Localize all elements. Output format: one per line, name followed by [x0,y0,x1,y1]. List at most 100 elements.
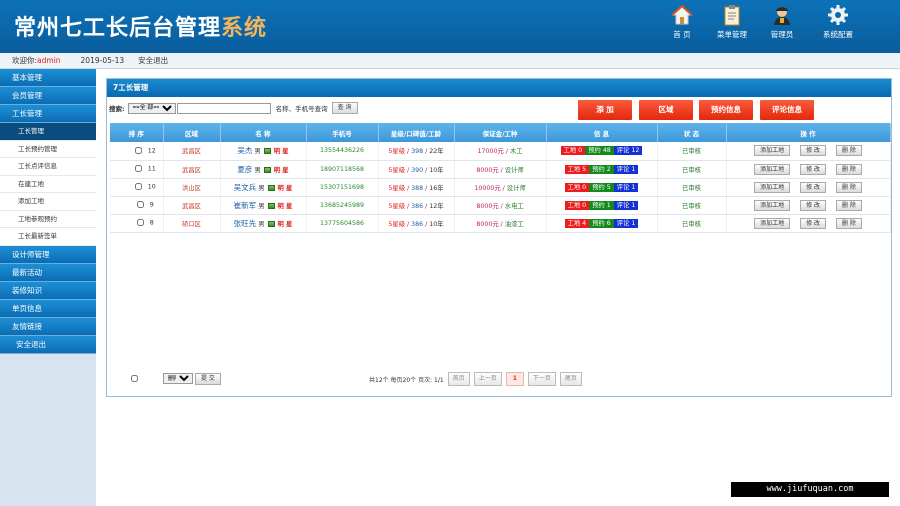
foreman-name-link[interactable]: 夏彦 [237,165,252,174]
reviews-badge[interactable]: 评论 1 [613,200,639,210]
pager-current[interactable]: 1 [505,372,524,386]
bookings-badge[interactable]: 预约 1 [589,200,614,210]
sites-badge[interactable]: 工地 5 [564,164,590,174]
row-checkbox[interactable] [134,147,142,154]
sidebar-sub-foreman-reviews[interactable]: 工长点评信息 [0,158,96,176]
welcome-date: 2019-05-13 [80,56,125,65]
nav-system-config[interactable]: 系统配置 [810,4,866,40]
sidebar-sub-foreman-management[interactable]: 工长管理 [0,123,96,141]
nav-admin[interactable]: 管理员 [760,4,804,40]
search-scope-select[interactable]: ==全 部== [127,102,176,114]
pager-first[interactable]: 首页 [447,372,470,386]
star-badge: 明 星 [277,184,293,192]
nav-home[interactable]: 首 页 [660,4,704,40]
booking-info-button[interactable]: 预约信息 [699,100,753,120]
bulk-action-select[interactable]: 删除 [163,373,193,384]
add-site-button[interactable]: 添加工地 [754,199,791,211]
bookings-badge[interactable]: 预约 48 [585,146,614,156]
cell-ops: 添加工地修 改删 除 [726,196,891,215]
sidebar-sub-latest-contracts[interactable]: 工长最新签单 [0,228,96,246]
sites-badge[interactable]: 工地 0 [560,146,586,156]
add-site-button[interactable]: 添加工地 [754,145,791,157]
star-badge: 明 星 [273,166,289,174]
sidebar-sub-site-visit-booking[interactable]: 工地参观预约 [0,210,96,228]
cell-area: 武昌区 [163,142,221,161]
sidebar-item-basic[interactable]: 基本管理 [0,69,96,87]
delete-button[interactable]: 删 除 [836,199,862,211]
nav-menu-management[interactable]: 菜单管理 [710,4,754,40]
delete-button[interactable]: 删 除 [836,181,862,193]
sidebar-item-members[interactable]: 会员管理 [0,87,96,105]
foreman-name-link[interactable]: 崔新军 [234,201,257,210]
edit-button[interactable]: 修 改 [800,217,826,229]
search-toolbar: 搜索: ==全 部== 名称、手机号查询 查 询 [109,101,358,115]
sidebar-item-activities[interactable]: 最新活动 [0,263,96,282]
app-logo: 常州七工长后台管理系统 [14,10,267,42]
sort-value: 9 [149,201,154,209]
sidebar: 基本管理 会员管理 工长管理 工长管理 工长预约管理 工长点评信息 在建工地 添… [0,69,96,506]
search-button[interactable]: 查 询 [331,102,358,114]
sidebar-item-pages[interactable]: 单页信息 [0,299,96,318]
foreman-name-link[interactable]: 吴文兵 [234,183,257,192]
bookings-badge[interactable]: 预约 2 [589,164,614,174]
foreman-name-link[interactable]: 张旺先 [234,219,257,228]
bookings-badge[interactable]: 预约 6 [589,218,614,228]
pager-last[interactable]: 尾页 [559,372,582,386]
edit-button[interactable]: 修 改 [800,199,826,211]
trade: 木工 [509,148,523,156]
gender: 男 [254,148,261,156]
search-input[interactable] [176,102,271,114]
table-row: 10 洪山区 吴文兵 男 明 星 15307151698 5星级 / 388 / 16年… [110,178,891,197]
cell-ops: 添加工地修 改删 除 [726,142,891,161]
row-checkbox[interactable] [134,183,142,191]
cell-sort: 11 [110,160,164,179]
cell-ops: 添加工地修 改删 除 [726,178,891,197]
sites-badge[interactable]: 工地 0 [564,200,590,210]
add-site-button[interactable]: 添加工地 [754,163,791,175]
photo-icon [267,202,275,209]
delete-button[interactable]: 删 除 [836,163,862,175]
reputation: 388 [411,184,424,192]
cell-ops: 添加工地修 改删 除 [726,214,891,233]
sidebar-sub-add-site[interactable]: 添加工地 [0,193,96,211]
row-checkbox[interactable] [134,165,142,173]
sidebar-sub-sites-in-progress[interactable]: 在建工地 [0,175,96,193]
sidebar-item-links[interactable]: 友情链接 [0,317,96,336]
bookings-badge[interactable]: 预约 5 [589,182,614,192]
gear-icon [828,5,848,25]
add-button[interactable]: 添 加 [578,100,632,120]
reviews-badge[interactable]: 评论 12 [613,146,643,156]
sidebar-item-foremen[interactable]: 工长管理 [0,105,96,123]
col-sort[interactable]: 排 序 [110,123,164,142]
review-info-button[interactable]: 评论信息 [760,100,814,120]
clipboard-icon [724,5,740,26]
region-button[interactable]: 区域 [639,100,693,120]
sites-badge[interactable]: 工地 4 [564,218,590,228]
welcome-username: admin [37,56,61,65]
edit-button[interactable]: 修 改 [800,181,826,193]
cell-name: 吴杰 男 明 星 [220,142,307,161]
add-site-button[interactable]: 添加工地 [754,181,791,193]
row-checkbox[interactable] [136,201,144,209]
sidebar-item-logout[interactable]: 安全退出 [0,335,96,354]
row-checkbox[interactable] [136,219,144,227]
delete-button[interactable]: 删 除 [836,145,862,157]
sites-badge[interactable]: 工地 0 [564,182,590,192]
reviews-badge[interactable]: 评论 1 [613,218,639,228]
reviews-badge[interactable]: 评论 1 [613,182,639,192]
edit-button[interactable]: 修 改 [800,163,826,175]
reviews-badge[interactable]: 评论 1 [613,164,639,174]
nav-home-label: 首 页 [673,30,691,39]
sidebar-item-designers[interactable]: 设计师管理 [0,245,96,264]
pager-next[interactable]: 下一页 [527,372,556,386]
welcome-logout-link[interactable]: 安全退出 [138,53,168,68]
delete-button[interactable]: 删 除 [836,217,862,229]
add-site-button[interactable]: 添加工地 [754,217,791,229]
sidebar-sub-foreman-bookings[interactable]: 工长预约管理 [0,140,96,158]
select-all-checkbox[interactable] [131,375,138,382]
bulk-submit-button[interactable]: 提 交 [195,373,221,385]
sidebar-item-knowledge[interactable]: 装修知识 [0,281,96,300]
pager-prev[interactable]: 上一页 [473,372,502,386]
edit-button[interactable]: 修 改 [800,145,826,157]
foreman-name-link[interactable]: 吴杰 [237,146,252,155]
